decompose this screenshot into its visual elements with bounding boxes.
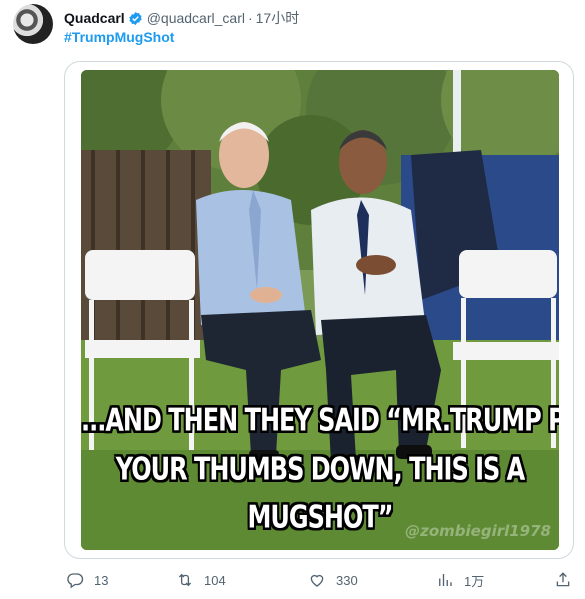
verified-badge-icon	[128, 11, 143, 26]
views-icon	[439, 574, 452, 586]
retweet-button[interactable]: 104	[176, 569, 226, 591]
tweet-actions: 13 104 330 1万	[64, 569, 574, 591]
share-button[interactable]	[554, 569, 582, 591]
tweet-timestamp[interactable]: 17小时	[256, 8, 300, 28]
media-card[interactable]: ...AND THEN THEY SAID “MR.TRUMP PUT YOUR…	[64, 61, 574, 559]
views-count: 1万	[464, 573, 485, 589]
meme-watermark: @zombiegirl1978	[405, 522, 551, 540]
hashtag-link[interactable]: #TrumpMugShot	[64, 29, 174, 45]
tweet-header: Quadcarl @quadcarl_carl · 17小时	[64, 8, 299, 28]
views-button[interactable]: 1万	[436, 569, 484, 591]
meme-caption-line-2: YOUR THUMBS DOWN, THIS IS A	[115, 450, 526, 488]
like-button[interactable]: 330	[308, 569, 358, 591]
reply-icon	[67, 573, 84, 589]
reply-count: 13	[94, 572, 109, 588]
meme-caption-line-1: ...AND THEN THEY SAID “MR.TRUMP PUT	[81, 401, 559, 439]
retweet-count: 104	[204, 572, 226, 588]
author-name[interactable]: Quadcarl	[64, 10, 125, 26]
like-count: 330	[336, 572, 358, 588]
reply-button[interactable]: 13	[66, 569, 108, 591]
author-handle[interactable]: @quadcarl_carl	[147, 10, 245, 26]
share-icon	[556, 572, 570, 587]
meme-image[interactable]: ...AND THEN THEY SAID “MR.TRUMP PUT YOUR…	[81, 70, 559, 550]
separator-dot: ·	[247, 10, 253, 26]
retweet-icon	[178, 573, 192, 587]
avatar[interactable]	[13, 4, 53, 44]
like-icon	[310, 574, 324, 587]
